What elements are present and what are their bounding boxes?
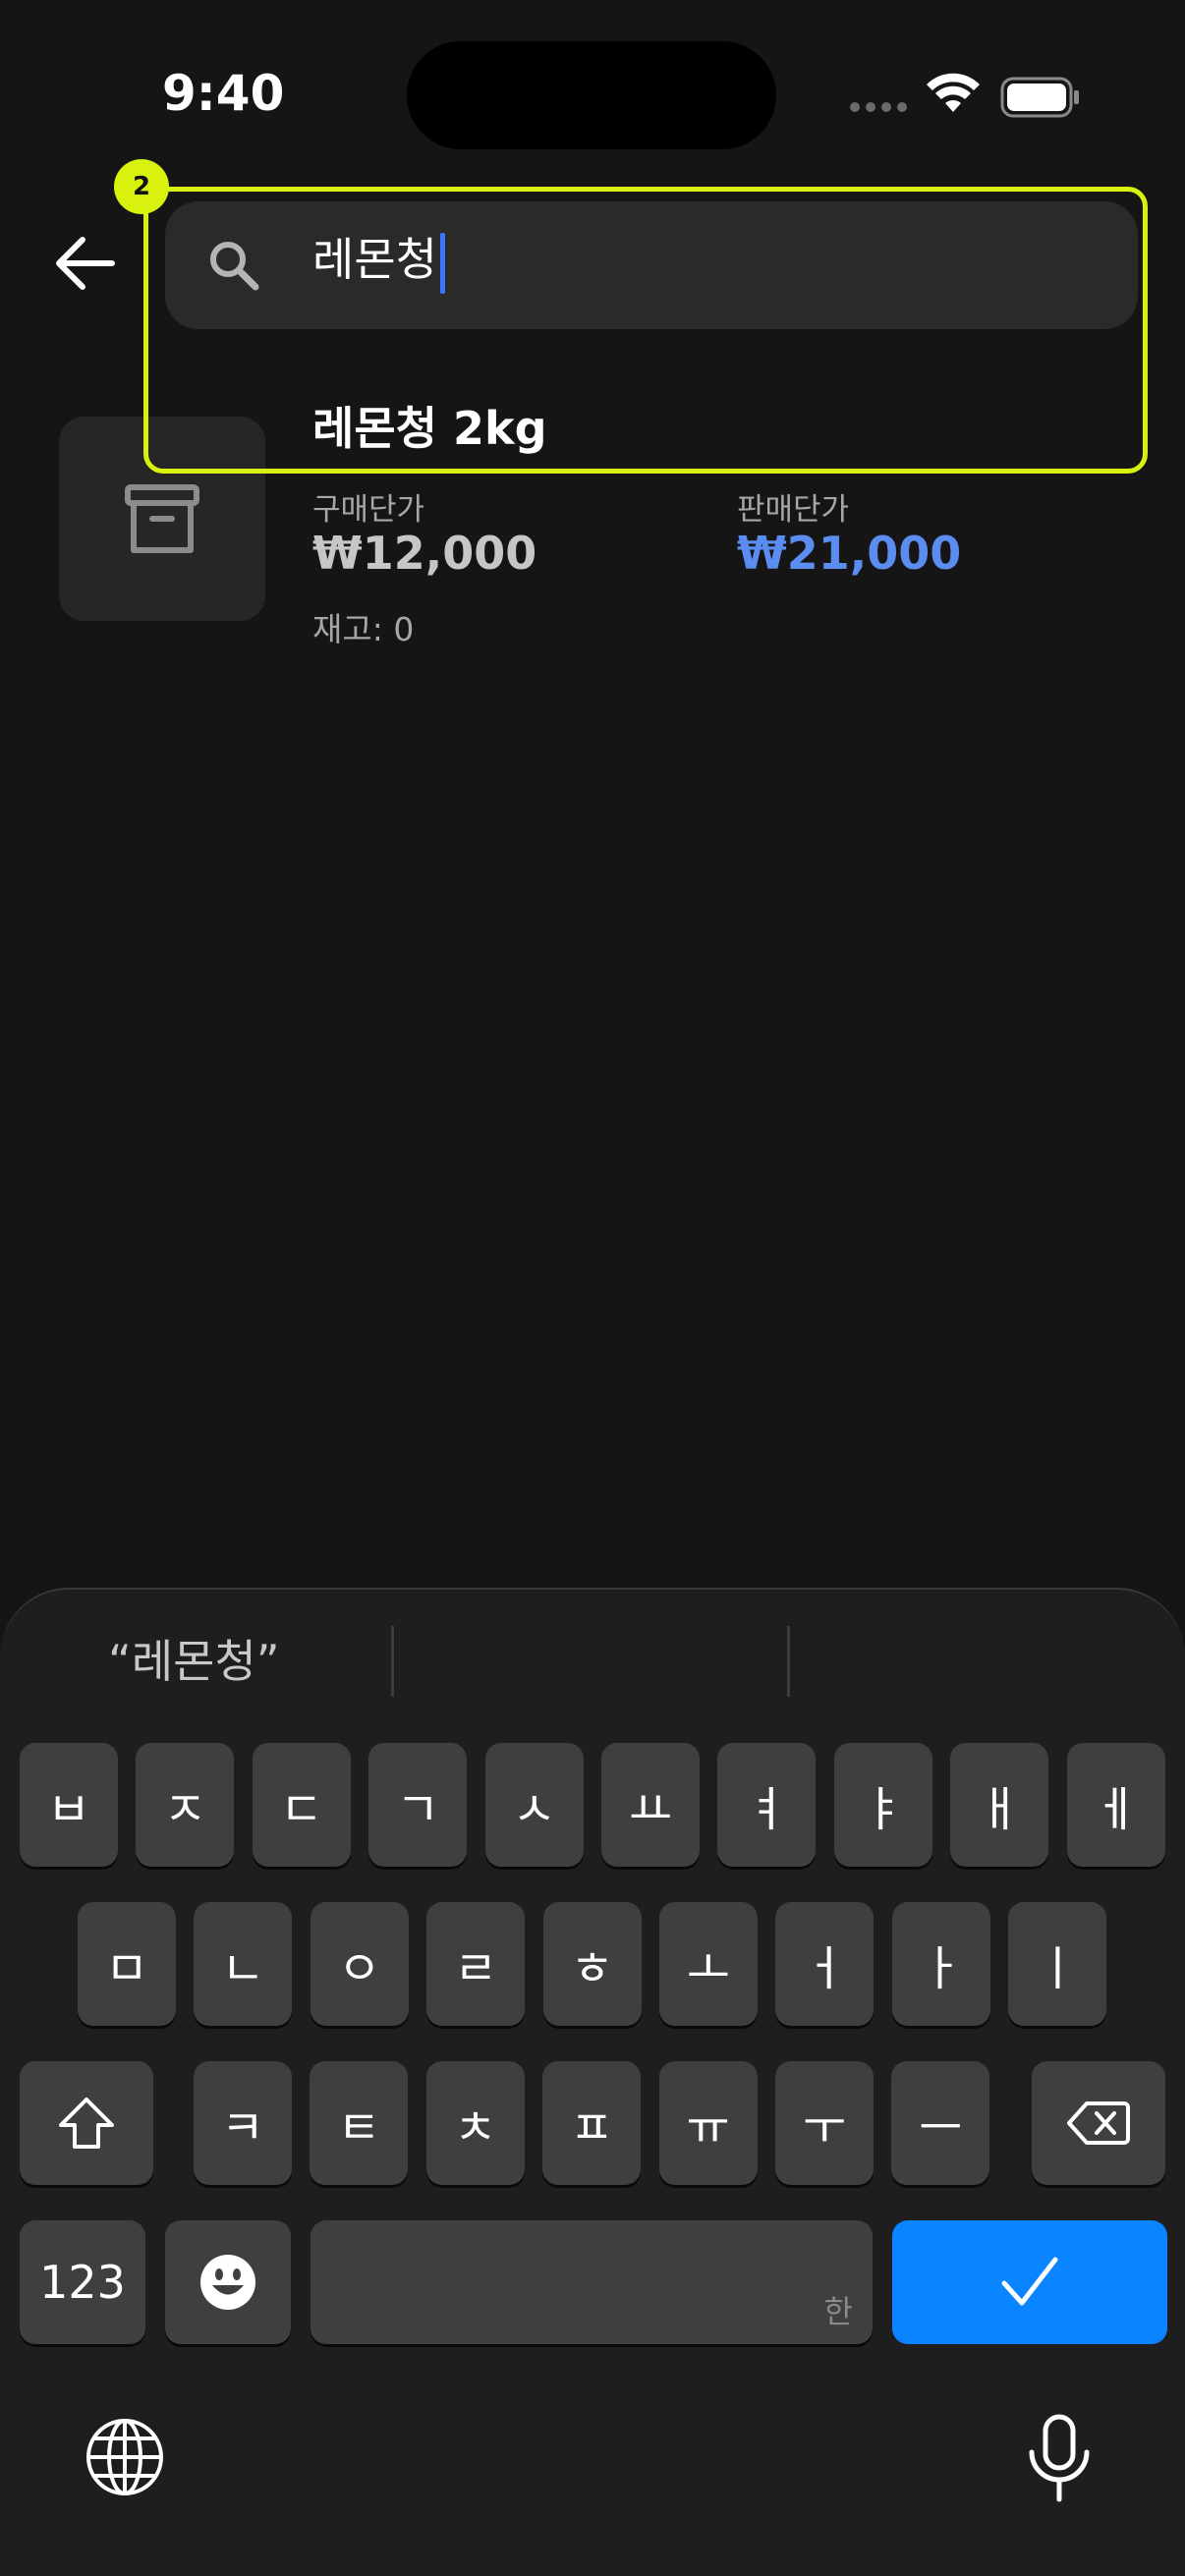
key-ㄴ[interactable]: ㄴ bbox=[194, 1902, 293, 2026]
emoji-key[interactable] bbox=[165, 2220, 291, 2344]
key-ㅅ[interactable]: ㅅ bbox=[484, 1743, 584, 1867]
key-ㅜ[interactable]: ㅜ bbox=[775, 2061, 874, 2185]
space-language-hint: 한 bbox=[823, 2293, 853, 2330]
key-ㅍ[interactable]: ㅍ bbox=[542, 2061, 642, 2185]
key-ㅔ[interactable]: ㅔ bbox=[1066, 1743, 1165, 1867]
highlight-box bbox=[143, 187, 1148, 474]
key-ㅏ[interactable]: ㅏ bbox=[891, 1902, 990, 2026]
archive-icon bbox=[125, 484, 199, 553]
key-ㅑ[interactable]: ㅑ bbox=[833, 1743, 932, 1867]
backspace-key[interactable] bbox=[1032, 2061, 1165, 2185]
emoji-icon bbox=[200, 2255, 255, 2310]
key-ㅁ[interactable]: ㅁ bbox=[78, 1902, 176, 2026]
key-ㄱ[interactable]: ㄱ bbox=[368, 1743, 468, 1867]
key-ㅌ[interactable]: ㅌ bbox=[310, 2061, 409, 2185]
suggestion-divider bbox=[787, 1626, 790, 1697]
stock-count: 재고: 0 bbox=[312, 610, 415, 648]
key-ㅊ[interactable]: ㅊ bbox=[425, 2061, 525, 2185]
key-ㅛ[interactable]: ㅛ bbox=[601, 1743, 700, 1867]
key-ㅣ[interactable]: ㅣ bbox=[1008, 1902, 1107, 2026]
key-ㄷ[interactable]: ㄷ bbox=[252, 1743, 351, 1867]
key-ㄹ[interactable]: ㄹ bbox=[426, 1902, 526, 2026]
key-ㅗ[interactable]: ㅗ bbox=[659, 1902, 758, 2026]
suggestion-divider bbox=[391, 1626, 394, 1697]
checkmark-icon bbox=[1001, 2257, 1058, 2306]
done-key[interactable] bbox=[892, 2220, 1167, 2344]
key-ㅂ[interactable]: ㅂ bbox=[20, 1743, 118, 1867]
back-arrow-icon[interactable] bbox=[51, 234, 120, 293]
space-key[interactable]: 한 bbox=[310, 2220, 873, 2344]
shift-key[interactable] bbox=[20, 2061, 153, 2185]
key-ㅡ[interactable]: ㅡ bbox=[891, 2061, 990, 2185]
sell-price-label: 판매단가 bbox=[737, 492, 850, 528]
buy-price: ₩12,000 bbox=[312, 527, 537, 580]
key-ㅐ[interactable]: ㅐ bbox=[950, 1743, 1049, 1867]
backspace-icon bbox=[1067, 2101, 1130, 2145]
key-ㅕ[interactable]: ㅕ bbox=[717, 1743, 817, 1867]
key-ㅇ[interactable]: ㅇ bbox=[310, 1902, 409, 2026]
suggestion-item[interactable]: “레몬청” bbox=[108, 1626, 280, 1691]
dynamic-island bbox=[407, 41, 776, 149]
numbers-key[interactable]: 123 bbox=[20, 2220, 145, 2344]
highlight-badge: 2 bbox=[114, 159, 169, 214]
key-ㅎ[interactable]: ㅎ bbox=[542, 1902, 642, 2026]
key-ㅈ[interactable]: ㅈ bbox=[136, 1743, 235, 1867]
wifi-icon bbox=[927, 73, 980, 112]
key-ㅋ[interactable]: ㅋ bbox=[194, 2061, 292, 2185]
key-ㅓ[interactable]: ㅓ bbox=[775, 1902, 875, 2026]
cellular-signal-icon bbox=[850, 102, 909, 116]
battery-icon bbox=[1000, 77, 1079, 118]
microphone-icon[interactable] bbox=[1024, 2413, 1095, 2503]
buy-price-label: 구매단가 bbox=[312, 492, 425, 528]
status-time: 9:40 bbox=[162, 65, 285, 122]
sell-price: ₩21,000 bbox=[737, 527, 962, 580]
shift-icon bbox=[59, 2098, 114, 2149]
key-ㅠ[interactable]: ㅠ bbox=[658, 2061, 758, 2185]
globe-icon[interactable] bbox=[85, 2417, 165, 2497]
